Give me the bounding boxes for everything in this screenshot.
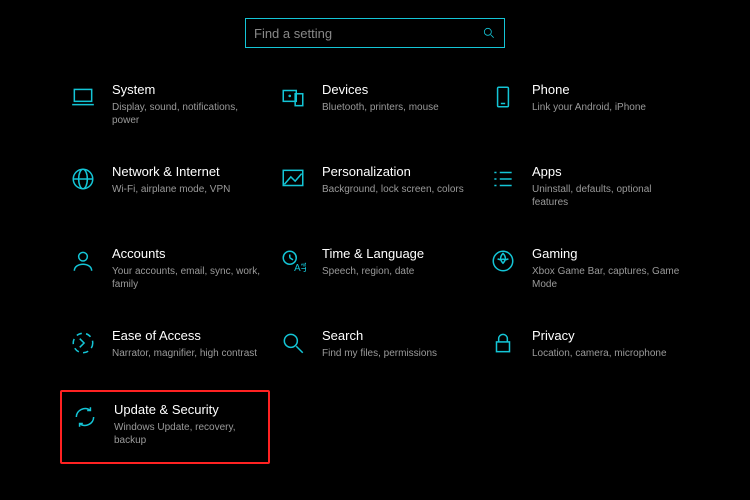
phone-icon	[488, 82, 518, 112]
tile-personalization[interactable]: Personalization Background, lock screen,…	[270, 158, 480, 216]
sync-icon	[70, 402, 100, 432]
tile-phone[interactable]: Phone Link your Android, iPhone	[480, 76, 690, 134]
search-box[interactable]	[245, 18, 505, 48]
paint-icon	[278, 164, 308, 194]
tile-desc: Find my files, permissions	[322, 347, 437, 361]
tile-title: Update & Security	[114, 402, 260, 419]
tile-time-language[interactable]: A字 Time & Language Speech, region, date	[270, 240, 480, 298]
tile-text: Search Find my files, permissions	[322, 328, 437, 360]
tile-title: Time & Language	[322, 246, 424, 263]
search-input[interactable]	[254, 26, 482, 41]
tile-text: Time & Language Speech, region, date	[322, 246, 424, 278]
tile-title: Phone	[532, 82, 646, 99]
tile-title: Gaming	[532, 246, 682, 263]
tile-title: Devices	[322, 82, 439, 99]
search-icon	[482, 26, 496, 40]
tile-desc: Location, camera, microphone	[532, 347, 667, 361]
tile-title: Search	[322, 328, 437, 345]
tile-desc: Xbox Game Bar, captures, Game Mode	[532, 265, 682, 292]
tile-desc: Your accounts, email, sync, work, family	[112, 265, 262, 292]
laptop-icon	[68, 82, 98, 112]
tile-desc: Link your Android, iPhone	[532, 101, 646, 115]
tile-text: Privacy Location, camera, microphone	[532, 328, 667, 360]
tile-title: Network & Internet	[112, 164, 230, 181]
tile-desc: Background, lock screen, colors	[322, 183, 464, 197]
magnifier-icon	[278, 328, 308, 358]
tile-desc: Speech, region, date	[322, 265, 424, 279]
tile-title: Accounts	[112, 246, 262, 263]
time-language-icon: A字	[278, 246, 308, 276]
tile-desc: Narrator, magnifier, high contrast	[112, 347, 257, 361]
tile-title: Privacy	[532, 328, 667, 345]
tile-search[interactable]: Search Find my files, permissions	[270, 322, 480, 366]
tile-ease-of-access[interactable]: Ease of Access Narrator, magnifier, high…	[60, 322, 270, 366]
tile-text: Phone Link your Android, iPhone	[532, 82, 646, 114]
tile-text: Devices Bluetooth, printers, mouse	[322, 82, 439, 114]
tile-text: Ease of Access Narrator, magnifier, high…	[112, 328, 257, 360]
tile-update-security[interactable]: Update & Security Windows Update, recove…	[60, 390, 270, 464]
tile-desc: Wi-Fi, airplane mode, VPN	[112, 183, 230, 197]
tile-text: Apps Uninstall, defaults, optional featu…	[532, 164, 682, 210]
tile-text: System Display, sound, notifications, po…	[112, 82, 262, 128]
tile-text: Accounts Your accounts, email, sync, wor…	[112, 246, 262, 292]
globe-icon	[68, 164, 98, 194]
tile-network[interactable]: Network & Internet Wi-Fi, airplane mode,…	[60, 158, 270, 216]
tile-system[interactable]: System Display, sound, notifications, po…	[60, 76, 270, 134]
devices-icon	[278, 82, 308, 112]
svg-text:A字: A字	[294, 261, 306, 274]
tile-title: Ease of Access	[112, 328, 257, 345]
tile-text: Network & Internet Wi-Fi, airplane mode,…	[112, 164, 230, 196]
tile-devices[interactable]: Devices Bluetooth, printers, mouse	[270, 76, 480, 134]
ease-of-access-icon	[68, 328, 98, 358]
apps-list-icon	[488, 164, 518, 194]
tile-text: Personalization Background, lock screen,…	[322, 164, 464, 196]
search-bar-container	[0, 0, 750, 76]
tile-privacy[interactable]: Privacy Location, camera, microphone	[480, 322, 690, 366]
tile-desc: Display, sound, notifications, power	[112, 101, 262, 128]
tile-desc: Uninstall, defaults, optional features	[532, 183, 682, 210]
tile-text: Gaming Xbox Game Bar, captures, Game Mod…	[532, 246, 682, 292]
tile-title: Personalization	[322, 164, 464, 181]
lock-icon	[488, 328, 518, 358]
person-icon	[68, 246, 98, 276]
settings-grid: System Display, sound, notifications, po…	[0, 76, 750, 464]
tile-title: System	[112, 82, 262, 99]
tile-text: Update & Security Windows Update, recove…	[114, 402, 260, 448]
tile-accounts[interactable]: Accounts Your accounts, email, sync, wor…	[60, 240, 270, 298]
tile-desc: Bluetooth, printers, mouse	[322, 101, 439, 115]
tile-desc: Windows Update, recovery, backup	[114, 421, 260, 448]
gaming-icon	[488, 246, 518, 276]
tile-apps[interactable]: Apps Uninstall, defaults, optional featu…	[480, 158, 690, 216]
tile-gaming[interactable]: Gaming Xbox Game Bar, captures, Game Mod…	[480, 240, 690, 298]
tile-title: Apps	[532, 164, 682, 181]
